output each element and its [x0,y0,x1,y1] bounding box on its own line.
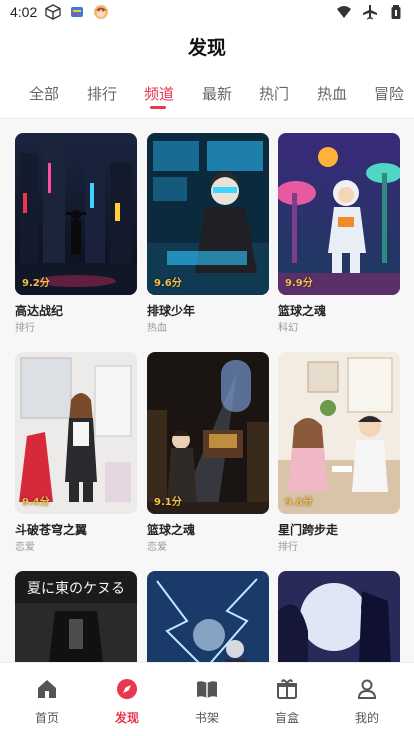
nav-discover[interactable]: 发现 [92,677,162,726]
page-title: 发现 [187,37,226,59]
cover-title-text: 夏に東のケヌる [27,581,125,597]
gift-box-icon [277,679,297,699]
comic-tag: 排行 [15,323,35,334]
box-icon [45,4,61,20]
tab-all[interactable]: 全部 [29,84,59,104]
comic-title: 斗破苍穹之翼 [15,523,88,537]
comic-tag: 恋爱 [15,542,35,553]
comic-card[interactable]: 9.2分 高达战纪 排行 [15,133,137,336]
tab-hot-blooded[interactable]: 热血 [317,84,347,104]
score-badge: 9.2分 [22,278,50,289]
score-badge: 9.8分 [285,497,313,508]
nav-mine[interactable]: 我的 [332,677,402,726]
battery-icon [388,4,404,20]
comic-card[interactable] [147,571,269,662]
comic-cover[interactable]: 9.8分 [278,352,400,514]
nav-blind-box-label: 盲盒 [274,711,299,725]
comic-tag: 排行 [278,542,298,553]
comic-card[interactable]: 夏に東のケヌる [15,571,137,662]
book-icon [197,681,217,698]
comic-grid-scroll[interactable]: 9.2分 高达战纪 排行 9.6分 排球少年 热血 9.9分 篮球之魂 科幻 9… [0,119,414,662]
comic-tag: 恋爱 [147,542,167,553]
nav-discover-label: 发现 [114,711,139,725]
compass-icon [117,679,137,699]
comic-cover[interactable] [278,571,400,662]
avatar-icon [93,4,109,20]
tab-hot[interactable]: 热门 [259,84,289,104]
status-bar: 4:02 [0,0,414,24]
home-icon [38,680,56,698]
wifi-icon [336,4,352,20]
comic-cover[interactable]: 9.6分 [147,133,269,295]
comic-card[interactable]: 9.6分 排球少年 热血 [147,133,269,336]
tab-adventure[interactable]: 冒险 [374,84,404,104]
comic-cover[interactable]: 9.1分 [147,352,269,514]
comic-title: 星门跨步走 [278,523,339,537]
score-badge: 9.4分 [22,497,50,508]
bottom-nav: 首页 发现 书架 盲盒 我的 [0,662,414,736]
app-icon [69,4,85,20]
nav-mine-label: 我的 [354,711,379,725]
comic-cover[interactable]: 9.9分 [278,133,400,295]
nav-home-label: 首页 [34,711,59,725]
user-icon [357,679,377,699]
comic-cover[interactable] [147,571,269,662]
channel-tabs: 全部 排行 频道 最新 热门 热血 冒险 [0,78,414,114]
comic-tag: 热血 [147,323,167,334]
comic-tag: 科幻 [278,323,298,334]
comic-cover[interactable]: 夏に東のケヌる [15,571,137,662]
nav-bookshelf-label: 书架 [194,711,219,725]
status-time: 4:02 [10,4,38,20]
header: 发现 [0,30,414,66]
tab-ranking[interactable]: 排行 [87,84,117,104]
score-badge: 9.9分 [285,278,313,289]
score-badge: 9.6分 [154,278,182,289]
comic-title: 篮球之魂 [147,523,196,537]
comic-card[interactable]: 9.8分 星门跨步走 排行 [278,352,400,555]
comic-card[interactable] [278,571,400,662]
airplane-icon [362,4,378,20]
comic-title: 排球少年 [147,304,196,318]
comic-cover[interactable]: 9.2分 [15,133,137,295]
nav-bookshelf[interactable]: 书架 [172,677,242,726]
comic-title: 高达战纪 [15,304,64,318]
nav-blind-box[interactable]: 盲盒 [252,677,322,726]
comic-card[interactable]: 9.4分 斗破苍穹之翼 恋爱 [15,352,137,555]
tab-latest[interactable]: 最新 [202,84,232,104]
nav-home[interactable]: 首页 [12,677,82,726]
score-badge: 9.1分 [154,497,182,508]
comic-card[interactable]: 9.9分 篮球之魂 科幻 [278,133,400,336]
comic-card[interactable]: 9.1分 篮球之魂 恋爱 [147,352,269,555]
active-tab-indicator [150,106,166,109]
comic-title: 篮球之魂 [278,304,327,318]
comic-cover[interactable]: 9.4分 [15,352,137,514]
tab-channel[interactable]: 频道 [144,84,174,104]
